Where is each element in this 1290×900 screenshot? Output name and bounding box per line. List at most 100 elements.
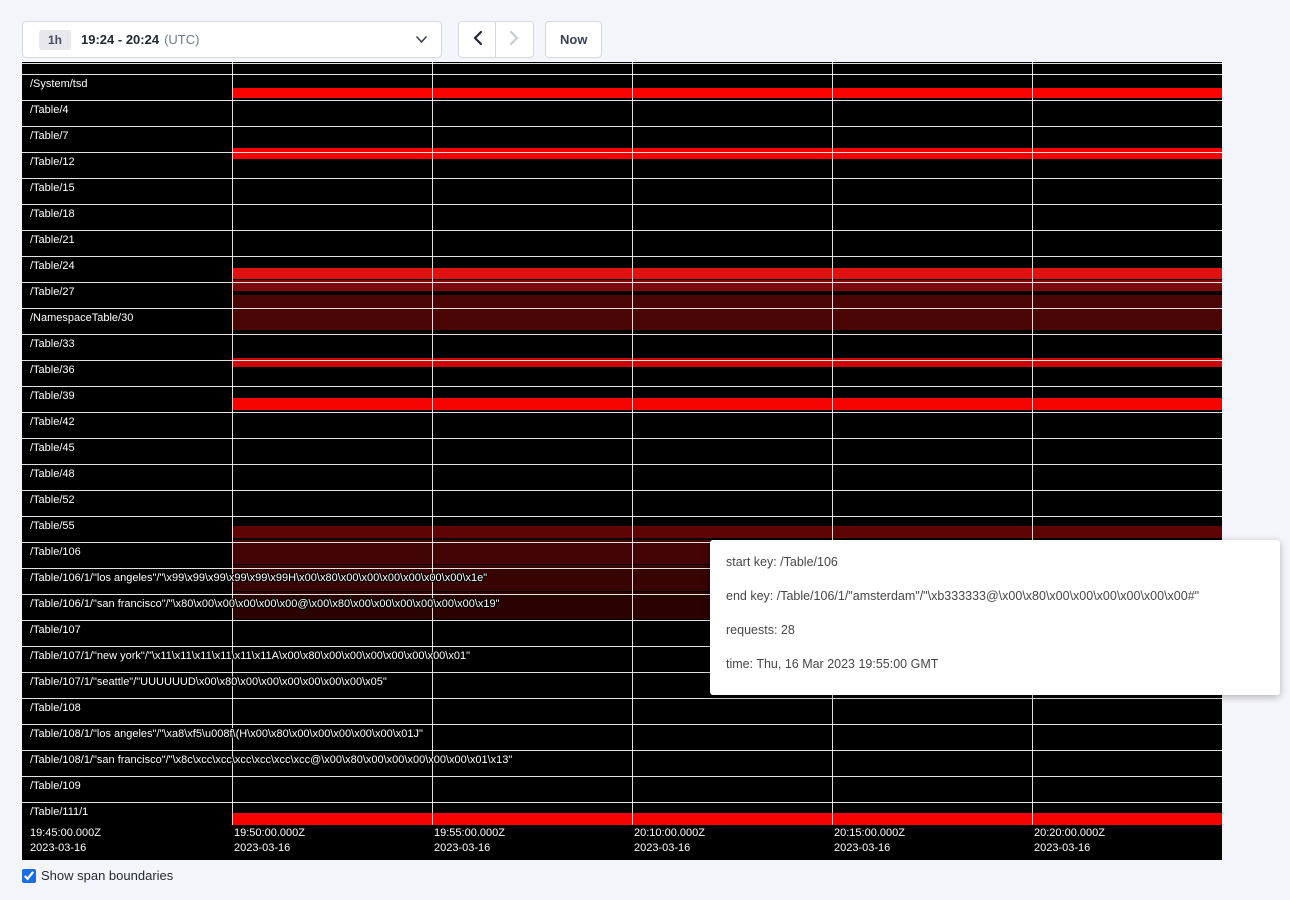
row-label: /NamespaceTable/30	[30, 312, 133, 324]
row-label: /Table/52	[30, 494, 75, 506]
chevron-down-icon	[416, 36, 427, 43]
row-label: /Table/24	[30, 260, 75, 272]
row-label: /Table/107/1/"seattle"/"UUUUUUD\x00\x80\…	[30, 676, 387, 688]
row-label: /Table/4	[30, 104, 69, 116]
row-label: /Table/18	[30, 208, 75, 220]
span-boundary-line	[22, 334, 1222, 335]
row-label: /Table/106/1/"los angeles"/"\x99\x99\x99…	[30, 572, 487, 584]
show-span-boundaries-checkbox[interactable]	[22, 869, 36, 883]
time-tick-label: 20:15:00.000Z2023-03-16	[834, 826, 905, 856]
heat-band	[232, 148, 1222, 159]
row-label: /Table/21	[30, 234, 75, 246]
time-gridline	[232, 62, 233, 825]
tooltip-line: requests: 28	[726, 622, 1264, 638]
row-label: /Table/107/1/"new york"/"\x11\x11\x11\x1…	[30, 650, 470, 662]
time-gridline	[432, 62, 433, 825]
row-label: /Table/48	[30, 468, 75, 480]
row-label: /System/tsd	[30, 78, 87, 90]
span-boundary-line	[22, 698, 1222, 699]
time-tick-label: 19:55:00.000Z2023-03-16	[434, 826, 505, 856]
span-boundary-line	[22, 750, 1222, 751]
span-tooltip: start key: /Table/106 end key: /Table/106…	[710, 540, 1280, 695]
chevron-right-icon	[510, 31, 519, 48]
span-boundary-line	[22, 126, 1222, 127]
span-boundary-line	[22, 152, 1222, 153]
span-boundary-line	[22, 204, 1222, 205]
key-visualizer-canvas[interactable]: start key: /Table/106end key: /Table/106…	[22, 62, 1222, 860]
time-tick-label: 20:10:00.000Z2023-03-16	[634, 826, 705, 856]
tooltip-line: time: Thu, 16 Mar 2023 19:55:00 GMT	[726, 656, 1264, 672]
time-tick-label: 19:50:00.000Z2023-03-16	[234, 826, 305, 856]
tick-time: 20:10:00.000Z	[634, 826, 705, 841]
time-gridline	[632, 62, 633, 825]
time-range-selector[interactable]: 1h 19:24 - 20:24 (UTC)	[22, 21, 442, 58]
row-label: /Table/108	[30, 702, 81, 714]
row-label: /Table/45	[30, 442, 75, 454]
heat-band	[232, 398, 1222, 410]
row-label: /Table/39	[30, 390, 75, 402]
heat-band	[232, 88, 1222, 98]
heat-band	[232, 295, 1222, 330]
tooltip-line: end key: /Table/106/1/"amsterdam"/"\xb33…	[726, 588, 1264, 604]
heat-band	[232, 813, 1222, 825]
row-label: /Table/33	[30, 338, 75, 350]
tooltip-line: start key: /Table/106	[726, 554, 1264, 570]
timezone-label: (UTC)	[164, 32, 199, 47]
span-boundary-line	[22, 386, 1222, 387]
span-boundary-line	[22, 282, 1222, 283]
time-range-label: 19:24 - 20:24	[81, 32, 159, 47]
row-label: /Table/12	[30, 156, 75, 168]
span-boundary-line	[22, 100, 1222, 101]
time-nav-group	[458, 21, 534, 58]
span-boundary-line	[22, 63, 1222, 64]
heat-band	[232, 526, 1222, 538]
span-boundary-line	[22, 490, 1222, 491]
time-gridline	[1032, 62, 1033, 825]
tick-date: 2023-03-16	[1034, 841, 1105, 856]
now-button[interactable]: Now	[545, 21, 602, 58]
row-label: /Table/55	[30, 520, 75, 532]
prev-time-button[interactable]	[458, 21, 496, 58]
row-label: /Table/111/1	[30, 806, 88, 818]
time-preset-badge: 1h	[39, 30, 71, 50]
footer-controls: Show span boundaries	[22, 868, 1290, 883]
span-boundary-line	[22, 308, 1222, 309]
tick-time: 19:55:00.000Z	[434, 826, 505, 841]
chevron-left-icon	[473, 31, 482, 48]
tick-date: 2023-03-16	[834, 841, 905, 856]
time-gridline	[832, 62, 833, 825]
row-label: /Table/108/1/"san francisco"/"\x8c\xcc\x…	[30, 754, 512, 766]
time-tick-label: 20:20:00.000Z2023-03-16	[1034, 826, 1105, 856]
row-label: /Table/107	[30, 624, 81, 636]
tick-date: 2023-03-16	[30, 841, 101, 856]
row-label: /Table/42	[30, 416, 75, 428]
row-label: /Table/106	[30, 546, 81, 558]
row-label: /Table/7	[30, 130, 69, 142]
span-boundary-line	[22, 776, 1222, 777]
row-label: /Table/36	[30, 364, 75, 376]
row-label: /Table/106/1/"san francisco"/"\x80\x00\x…	[30, 598, 500, 610]
show-span-boundaries-label[interactable]: Show span boundaries	[41, 868, 173, 883]
row-label: /Table/15	[30, 182, 75, 194]
span-boundary-line	[22, 178, 1222, 179]
row-label: /Table/108/1/"los angeles"/"\xa8\xf5\u00…	[30, 728, 423, 740]
time-tick-label: 19:45:00.000Z2023-03-16	[30, 826, 101, 856]
span-boundary-line	[22, 74, 1222, 75]
time-toolbar: 1h 19:24 - 20:24 (UTC) Now	[22, 21, 1290, 58]
span-boundary-line	[22, 256, 1222, 257]
span-boundary-line	[22, 230, 1222, 231]
row-label: /Table/109	[30, 780, 81, 792]
span-boundary-line	[22, 464, 1222, 465]
heat-band	[232, 268, 1222, 279]
key-visualizer-page: 1h 19:24 - 20:24 (UTC) Now start key: /T…	[0, 0, 1290, 883]
tick-date: 2023-03-16	[234, 841, 305, 856]
span-boundary-line	[22, 516, 1222, 517]
tick-time: 19:50:00.000Z	[234, 826, 305, 841]
row-label: /Table/27	[30, 286, 75, 298]
span-boundary-line	[22, 360, 1222, 361]
tick-time: 19:45:00.000Z	[30, 826, 101, 841]
span-boundary-line	[22, 438, 1222, 439]
span-boundary-line	[22, 802, 1222, 803]
next-time-button[interactable]	[496, 21, 534, 58]
tick-time: 20:20:00.000Z	[1034, 826, 1105, 841]
